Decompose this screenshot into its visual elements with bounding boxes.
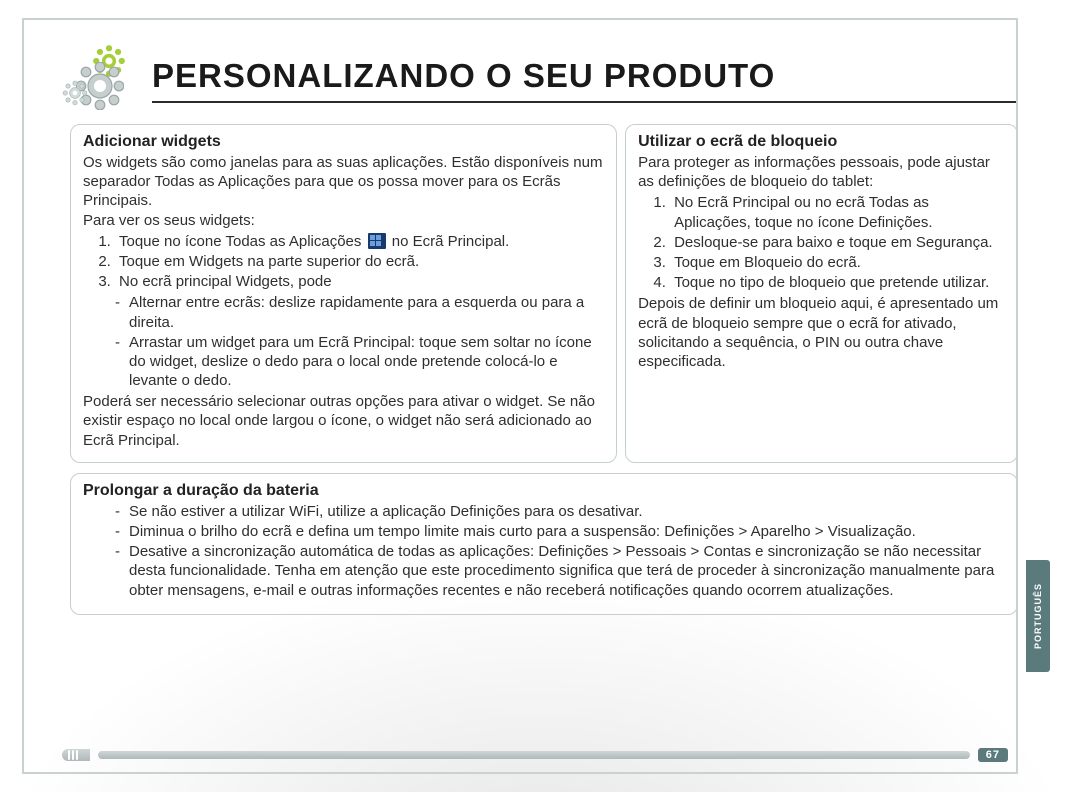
bullet-item: Se não estiver a utilizar WiFi, utilize …: [115, 502, 1005, 521]
footer-rule: [98, 751, 970, 759]
step-item: No ecrã principal Widgets, pode: [115, 272, 604, 291]
step-text: Toque no ícone Todas as Aplicações: [119, 233, 366, 250]
bullet-item: Alternar entre ecrãs: deslize rapidament…: [115, 293, 604, 331]
after-text: Poderá ser necessário selecionar outras …: [83, 392, 604, 450]
bullet-item: Arrastar um widget para um Ecrã Principa…: [115, 333, 604, 391]
decorative-border: [22, 772, 1018, 774]
title-row: PERSONALIZANDO O SEU PRODUTO: [70, 50, 1018, 110]
intro-text: Os widgets são como janelas para as suas…: [83, 153, 604, 211]
card-heading: Prolongar a duração da bateria: [83, 482, 1005, 500]
card-heading: Utilizar o ecrã de bloqueio: [638, 133, 1005, 151]
intro-text: Para proteger as informações pessoais, p…: [638, 153, 1005, 191]
lead-text: Para ver os seus widgets:: [83, 211, 604, 230]
after-text: Depois de definir um bloqueio aqui, é ap…: [638, 294, 1005, 371]
page-number: 67: [978, 748, 1008, 762]
steps-list: No Ecrã Principal ou no ecrã Todas as Ap…: [638, 193, 1005, 292]
step-item: Desloque-se para baixo e toque em Segura…: [670, 233, 1005, 252]
gears-icon: [70, 50, 140, 110]
page: PERSONALIZANDO O SEU PRODUTO Adicionar w…: [0, 0, 1080, 792]
footer-decoration-icon: [62, 749, 90, 761]
bullet-item: Desative a sincronização automática de t…: [115, 542, 1005, 600]
language-tab: PORTUGUÊS: [1026, 560, 1050, 672]
card-add-widgets: Adicionar widgets Os widgets são como ja…: [70, 124, 617, 463]
steps-list: Toque no ícone Todas as Aplicações no Ec…: [83, 232, 604, 292]
card-heading: Adicionar widgets: [83, 133, 604, 151]
step-item: Toque no ícone Todas as Aplicações no Ec…: [115, 232, 604, 251]
step-text: no Ecrã Principal.: [388, 233, 510, 250]
step-item: No Ecrã Principal ou no ecrã Todas as Ap…: [670, 193, 1005, 231]
battery-bullets: Se não estiver a utilizar WiFi, utilize …: [83, 502, 1005, 600]
all-apps-icon: [368, 233, 386, 249]
decorative-border: [1016, 18, 1018, 774]
page-title: PERSONALIZANDO O SEU PRODUTO: [152, 57, 1018, 103]
bullet-item: Diminua o brilho do ecrã e defina um tem…: [115, 522, 1005, 541]
decorative-border: [22, 18, 1018, 20]
decorative-border: [22, 18, 24, 774]
step-item: Toque no tipo de bloqueio que pretende u…: [670, 273, 1005, 292]
card-battery: Prolongar a duração da bateria Se não es…: [70, 473, 1018, 615]
step-item: Toque em Bloqueio do ecrã.: [670, 253, 1005, 272]
sub-bullets: Alternar entre ecrãs: deslize rapidament…: [83, 293, 604, 390]
step-item: Toque em Widgets na parte superior do ec…: [115, 252, 604, 271]
footer-bar: 67: [62, 748, 1008, 762]
two-column-row: Adicionar widgets Os widgets são como ja…: [70, 124, 1018, 463]
card-lock-screen: Utilizar o ecrã de bloqueio Para protege…: [625, 124, 1018, 463]
